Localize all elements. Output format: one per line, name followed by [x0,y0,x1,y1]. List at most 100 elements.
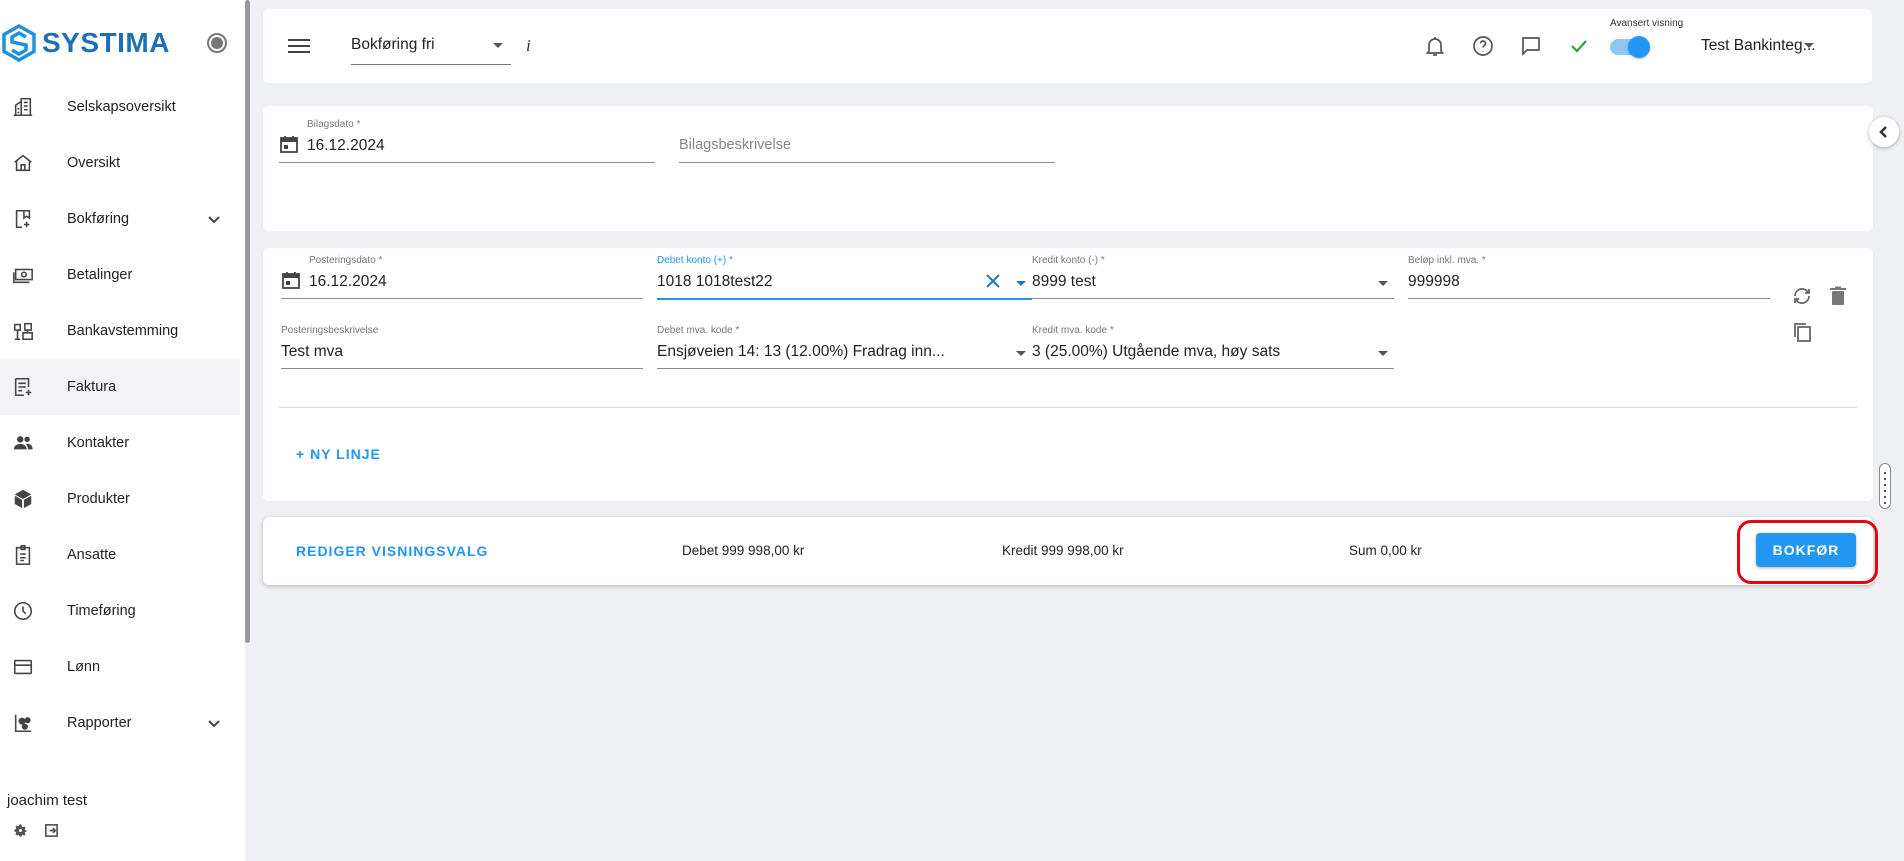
credit-card-icon [11,655,35,679]
advanced-view-toggle[interactable] [1608,36,1650,58]
sidebar-item-rapporter[interactable]: Rapporter [0,695,240,751]
clear-icon[interactable] [984,272,1002,290]
chevron-left-icon[interactable] [1869,117,1899,147]
sidebar: SYSTIMA Selskapsoversikt Oversikt Bokfør… [0,0,250,861]
sidebar-item-label: Oversikt [67,155,121,171]
field-value: Test mva [281,343,344,360]
field-placeholder: Bilagsbeskrivelse [679,137,792,153]
product-box-icon [11,487,35,511]
brand-name: SYSTIMA [42,27,170,58]
sidebar-item-label: Selskapsoversikt [67,99,176,115]
posting-date-field[interactable]: Posteringsdato * 16.12.2024 [281,255,643,299]
invoice-icon [11,375,35,399]
delete-icon[interactable] [1827,285,1849,307]
sidebar-item-bokforing[interactable]: Bokføring [0,191,240,247]
home-icon [11,151,35,175]
sidebar-item-faktura[interactable]: Faktura [0,359,240,415]
help-icon[interactable] [1471,34,1495,58]
status-dot-icon[interactable] [207,33,227,53]
menu-icon[interactable] [288,35,310,57]
sidebar-item-label: Faktura [67,379,117,395]
info-icon[interactable]: i [526,36,531,56]
reports-icon [11,711,35,735]
new-line-button[interactable]: + NY LINJE [296,446,381,462]
dropdown-arrow-icon[interactable] [1378,351,1388,356]
dropdown-arrow-icon[interactable] [1016,281,1026,286]
company-building-icon [11,95,35,119]
summary-bar: REDIGER VISNINGSVALG Debet 999 998,00 kr… [263,517,1873,585]
field-value: 16.12.2024 [307,137,385,154]
credit-vat-code-field[interactable]: Kredit mva. kode * 3 (25.00%) Utgående m… [1032,325,1394,369]
company-select[interactable]: Test Bankinteg... [1701,37,1816,55]
gear-icon[interactable] [13,823,28,843]
sidebar-item-kontakter[interactable]: Kontakter [0,415,240,471]
sidebar-item-betalinger[interactable]: Betalinger [0,247,240,303]
field-value: 3 (25.00%) Utgående mva, høy sats [1032,343,1281,360]
field-label: Beløp inkl. mva. * [1408,255,1486,266]
sidebar-scrollbar-thumb[interactable] [245,0,250,643]
mode-select-value: Bokføring fri [351,36,435,53]
field-label: Posteringsdato * [309,255,383,266]
voucher-description-field[interactable]: Bilagsbeskrivelse [679,134,1055,163]
sidebar-item-label: Lønn [67,659,101,675]
calendar-icon[interactable] [279,134,299,154]
debit-vat-code-field[interactable]: Debet mva. kode * Ensjøveien 14: 13 (12.… [657,325,1032,369]
user-name: joachim test [7,792,88,809]
payments-icon [11,263,35,287]
amount-field[interactable]: Beløp inkl. mva. * 999998 [1408,255,1770,299]
bookkeeping-icon [11,207,35,231]
field-value: Ensjøveien 14: 13 (12.00%) Fradrag inn..… [657,343,945,360]
highlight-annotation [1737,520,1878,584]
bank-reconcile-icon [11,319,35,343]
employee-badge-icon [11,543,35,567]
sidebar-item-bankavstemming[interactable]: Bankavstemming [0,303,240,359]
dropdown-arrow-icon [493,43,503,48]
dropdown-arrow-icon[interactable] [1378,281,1388,286]
checkmark-icon[interactable] [1567,34,1591,58]
field-label: Debet konto (+) * [657,255,733,266]
sidebar-item-ansatte[interactable]: Ansatte [0,527,240,583]
credit-account-field[interactable]: Kredit konto (-) * 8999 test [1032,255,1394,299]
bell-icon[interactable] [1423,34,1447,58]
copy-icon[interactable] [1791,321,1813,343]
voucher-date-field[interactable]: Bilagsdato * 16.12.2024 [279,119,655,163]
field-label: Posteringsbeskrivelse [281,325,379,336]
debit-account-field[interactable]: Debet konto (+) * 1018 1018test22 [657,255,1032,300]
sidebar-item-produkter[interactable]: Produkter [0,471,240,527]
sidebar-item-lonn[interactable]: Lønn [0,639,240,695]
resize-handle[interactable] [1879,463,1891,509]
edit-view-options-button[interactable]: REDIGER VISNINGSVALG [296,543,488,559]
posting-description-field[interactable]: Posteringsbeskrivelse Test mva [281,325,643,369]
voucher-header-card: Bilagsdato * 16.12.2024 Bilagsbeskrivels… [263,106,1873,231]
field-label: Kredit mva. kode * [1032,325,1114,336]
chat-icon[interactable] [1519,34,1543,58]
mode-select[interactable]: Bokføring fri [351,33,511,65]
top-bar: Bokføring fri i Avansert visning Test Ba… [263,9,1872,83]
dropdown-arrow-icon[interactable] [1804,43,1814,48]
dropdown-arrow-icon[interactable] [1016,351,1026,356]
sum-total: Sum 0,00 kr [1349,543,1422,558]
sidebar-item-label: Timeføring [67,603,136,619]
chevron-down-icon[interactable] [206,211,222,227]
systima-logo[interactable]: SYSTIMA [2,24,170,62]
sidebar-item-timeforing[interactable]: Timeføring [0,583,240,639]
field-value: 16.12.2024 [309,273,387,290]
sidebar-nav: Selskapsoversikt Oversikt Bokføring Beta… [0,79,240,751]
calendar-icon[interactable] [281,270,301,290]
systima-logo-icon [2,24,36,62]
field-value: 8999 test [1032,273,1096,290]
logout-icon[interactable] [44,823,59,843]
sidebar-item-label: Bankavstemming [67,323,179,339]
clock-icon [11,599,35,623]
user-actions [13,823,59,843]
field-value: 999998 [1408,273,1460,290]
field-value: 1018 1018test22 [657,273,773,290]
sync-icon[interactable] [1791,285,1813,307]
divider [279,407,1857,408]
sidebar-item-label: Kontakter [67,435,130,451]
sidebar-item-label: Ansatte [67,547,117,563]
sidebar-item-selskapsoversikt[interactable]: Selskapsoversikt [0,79,240,135]
chevron-down-icon[interactable] [206,715,222,731]
sidebar-item-oversikt[interactable]: Oversikt [0,135,240,191]
debit-total: Debet 999 998,00 kr [682,543,805,558]
